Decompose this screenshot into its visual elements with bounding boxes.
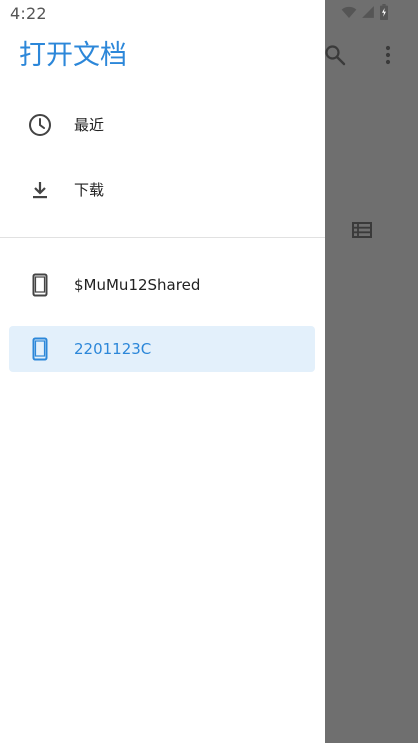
download-icon — [33, 182, 47, 199]
nav-item-label: 下载 — [74, 181, 105, 199]
nav-item-mumu12shared[interactable]: $MuMu12Shared — [9, 262, 315, 308]
status-icons — [341, 4, 389, 20]
drawer-title: 打开文档 — [19, 40, 127, 71]
navigation-drawer: 打开文档 最近 下载 $MuMu12Shared 2201123C — [0, 0, 325, 743]
battery-icon — [380, 4, 388, 20]
phone-icon — [32, 273, 48, 297]
status-bar: 4:22 — [0, 0, 418, 28]
signal-icon — [362, 6, 374, 18]
wifi-icon — [341, 6, 357, 18]
more-vert-icon[interactable] — [376, 43, 400, 67]
nav-item-label: $MuMu12Shared — [74, 276, 201, 294]
drawer-scrim[interactable] — [325, 0, 418, 743]
divider — [0, 237, 325, 238]
phone-icon — [32, 337, 48, 361]
status-time: 4:22 — [10, 4, 47, 23]
screen: 打开文档 最近 下载 $MuMu12Shared 2201123C 4:22 — [0, 0, 418, 743]
nav-item-downloads[interactable]: 下载 — [9, 167, 315, 213]
nav-item-label: 最近 — [74, 116, 105, 134]
nav-item-label: 2201123C — [74, 340, 152, 358]
clock-icon — [29, 114, 51, 136]
nav-item-recent[interactable]: 最近 — [9, 102, 315, 148]
search-icon[interactable] — [323, 43, 347, 67]
nav-item-2201123c[interactable]: 2201123C — [9, 326, 315, 372]
list-view-icon[interactable] — [350, 218, 374, 242]
